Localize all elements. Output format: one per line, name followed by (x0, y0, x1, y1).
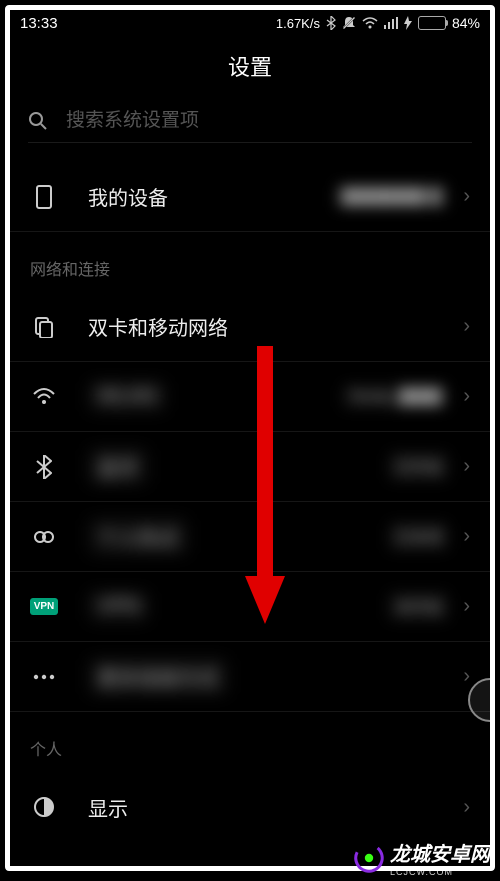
sim-icon (30, 316, 58, 338)
status-indicators: 1.67K/s 84% (276, 15, 480, 31)
status-bar: 13:33 1.67K/s 84% (10, 10, 490, 36)
status-time: 13:33 (20, 15, 58, 32)
dual-sim-label: 双卡和移动网络 (88, 312, 449, 341)
row-more-connect[interactable]: 更多连接方式 › (10, 642, 490, 712)
chevron-right-icon: › (463, 595, 470, 618)
bluetooth-icon (30, 455, 58, 479)
display-icon (30, 796, 58, 818)
battery-percent: 84% (452, 15, 480, 31)
vpn-icon: VPN (30, 598, 58, 615)
watermark-logo (354, 843, 384, 873)
chevron-right-icon: › (463, 525, 470, 548)
signal-icon (384, 17, 398, 29)
chevron-right-icon: › (463, 185, 470, 208)
chevron-right-icon: › (463, 796, 470, 819)
watermark-text: 龙城安卓网 (390, 844, 490, 866)
hotspot-value: 已关闭 (388, 522, 449, 551)
battery-icon (418, 16, 446, 30)
row-wifi[interactable]: WLAN Tenda_████ › (10, 362, 490, 432)
vpn-label: VPN (88, 591, 388, 622)
chevron-right-icon: › (463, 455, 470, 478)
row-my-device[interactable]: 我的设备 ████████ █ › (10, 162, 490, 232)
watermark: 龙城安卓网 LCJCW.COM (354, 838, 490, 877)
search-icon (28, 111, 48, 131)
more-connect-label: 更多连接方式 (88, 658, 449, 695)
wifi-value: Tenda_████ (342, 384, 450, 409)
section-personal-header: 个人 (10, 712, 490, 772)
row-display[interactable]: 显示 › (10, 772, 490, 842)
display-label: 显示 (88, 793, 449, 822)
row-dual-sim[interactable]: 双卡和移动网络 › (10, 292, 490, 362)
row-hotspot[interactable]: 个人热点 已关闭 › (10, 502, 490, 572)
search-bar[interactable] (10, 100, 490, 142)
hotspot-icon (30, 529, 58, 545)
wifi-icon (362, 17, 378, 29)
wifi-icon (30, 388, 58, 406)
chevron-right-icon: › (463, 385, 470, 408)
hotspot-label: 个人热点 (88, 518, 388, 555)
phone-icon (30, 185, 58, 209)
more-icon (30, 674, 58, 680)
chevron-right-icon: › (463, 665, 470, 688)
bluetooth-icon (326, 16, 336, 30)
dnd-icon (342, 16, 356, 30)
charge-icon (404, 16, 412, 30)
chevron-right-icon: › (463, 315, 470, 338)
search-input[interactable] (66, 110, 472, 132)
section-network-header: 网络和连接 (10, 232, 490, 292)
row-vpn[interactable]: VPN VPN 未开启 › (10, 572, 490, 642)
my-device-label: 我的设备 (88, 182, 334, 211)
vpn-value: 未开启 (388, 592, 449, 621)
net-speed: 1.67K/s (276, 16, 320, 31)
wifi-label: WLAN (88, 381, 342, 412)
bluetooth-label: 蓝牙 (88, 448, 388, 485)
my-device-value: ████████ █ (334, 184, 450, 209)
row-bluetooth[interactable]: 蓝牙 已开启 › (10, 432, 490, 502)
page-title: 设置 (10, 36, 490, 100)
bluetooth-value: 已开启 (388, 452, 449, 481)
